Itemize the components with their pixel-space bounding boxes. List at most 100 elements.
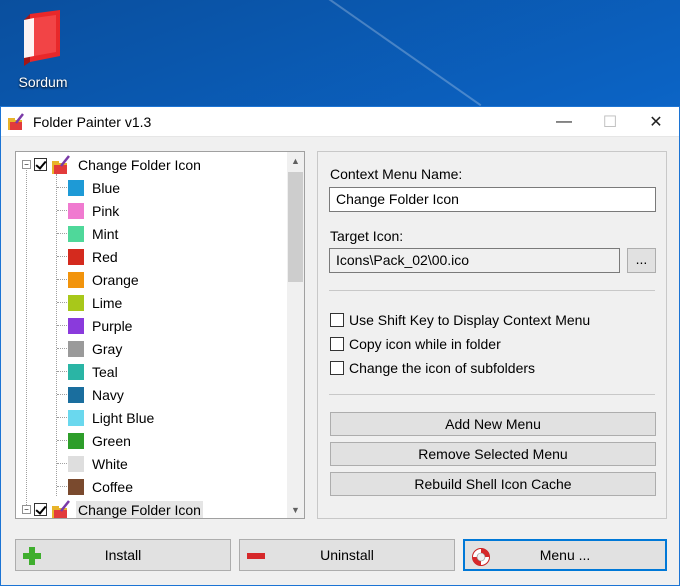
tree-item-label: Blue	[92, 179, 121, 196]
divider	[329, 394, 655, 395]
close-button[interactable]: ✕	[633, 107, 679, 137]
tree-guide-line	[57, 348, 67, 349]
tree-item[interactable]: Navy	[68, 383, 124, 406]
tree-item[interactable]: Teal	[68, 360, 118, 383]
tree-item-label: Green	[92, 432, 131, 449]
tree-group-2[interactable]: − Change Folder Icon	[22, 498, 203, 518]
color-swatch-icon	[68, 409, 84, 426]
context-menu-name-label: Context Menu Name:	[330, 166, 463, 182]
scroll-up-icon[interactable]: ▲	[287, 152, 304, 169]
tree-item[interactable]: Orange	[68, 268, 139, 291]
tree-item[interactable]: Light Blue	[68, 406, 154, 429]
tree-guide-line	[56, 174, 57, 496]
rebuild-icon-cache-button[interactable]: Rebuild Shell Icon Cache	[330, 472, 656, 496]
option-copy-icon[interactable]: Copy icon while in folder	[330, 336, 501, 352]
tree-group-label: Change Folder Icon	[76, 500, 203, 518]
menu-settings-panel: Context Menu Name: Change Folder Icon Ta…	[317, 151, 667, 519]
tree-item-label: Red	[92, 248, 118, 265]
tree-item[interactable]: White	[68, 452, 128, 475]
tree-group-1[interactable]: − Change Folder Icon	[22, 153, 203, 176]
tree-guide-line	[57, 463, 67, 464]
option-label: Change the icon of subfolders	[349, 360, 536, 376]
remove-selected-menu-button[interactable]: Remove Selected Menu	[330, 442, 656, 466]
folder-painter-window: Folder Painter v1.3 — ☐ ✕ − Change Folde…	[0, 106, 680, 586]
color-swatch-icon	[68, 225, 84, 242]
tree-item-label: Purple	[92, 317, 133, 334]
color-swatch-icon	[68, 294, 84, 311]
tree-item-label: White	[92, 455, 128, 472]
option-label: Copy icon while in folder	[349, 336, 501, 352]
target-icon-field[interactable]: Icons\Pack_02\00.ico	[329, 248, 620, 273]
tree-item[interactable]: Mint	[68, 222, 118, 245]
collapse-icon[interactable]: −	[22, 160, 31, 169]
group-checkbox[interactable]	[34, 503, 47, 516]
divider	[329, 290, 655, 291]
tree-guide-line	[57, 417, 67, 418]
tree-guide-line	[57, 302, 67, 303]
minus-icon	[247, 553, 265, 559]
tree-item[interactable]: Blue	[68, 176, 120, 199]
paint-brush-icon	[52, 499, 70, 518]
option-checkbox[interactable]	[330, 337, 344, 351]
tree-item-label: Teal	[92, 363, 118, 380]
color-swatch-icon	[68, 179, 84, 196]
option-checkbox[interactable]	[330, 313, 344, 327]
tree-item-label: Lime	[92, 294, 123, 311]
color-swatch-icon	[68, 248, 84, 265]
color-swatch-icon	[68, 432, 84, 449]
scroll-down-icon[interactable]: ▼	[287, 501, 304, 518]
tree-guide-line	[57, 187, 67, 188]
option-subfolders[interactable]: Change the icon of subfolders	[330, 360, 535, 376]
context-menu-name-field[interactable]: Change Folder Icon	[329, 187, 656, 212]
tree-item[interactable]: Lime	[68, 291, 122, 314]
tree-item[interactable]: Gray	[68, 337, 122, 360]
tree-item-label: Gray	[92, 340, 123, 357]
red-book-icon	[20, 10, 66, 66]
plus-icon	[23, 547, 41, 565]
title-bar[interactable]: Folder Painter v1.3 — ☐ ✕	[1, 107, 679, 137]
minimize-button[interactable]: —	[541, 107, 587, 137]
color-swatch-icon	[68, 317, 84, 334]
group-checkbox[interactable]	[34, 158, 47, 171]
paint-brush-icon	[8, 112, 24, 130]
tree-item[interactable]: Purple	[68, 314, 132, 337]
color-swatch-icon	[68, 271, 84, 288]
uninstall-button[interactable]: Uninstall	[239, 539, 455, 571]
scroll-thumb[interactable]	[288, 172, 303, 282]
tree-item[interactable]: Green	[68, 429, 131, 452]
color-swatch-icon	[68, 363, 84, 380]
tree-item-label: Light Blue	[92, 409, 155, 426]
desktop-icon-label: Sordum	[18, 74, 68, 90]
desktop-icon-sordum[interactable]: Sordum	[8, 10, 78, 90]
tree-item-label: Navy	[92, 386, 124, 403]
maximize-button[interactable]: ☐	[587, 107, 633, 137]
menu-label: Menu ...	[539, 547, 591, 563]
tree-guide-line	[57, 394, 67, 395]
color-swatch-icon	[68, 386, 84, 403]
tree-guide-line	[57, 371, 67, 372]
tree-guide-line	[57, 210, 67, 211]
install-button[interactable]: Install	[15, 539, 231, 571]
tree-item[interactable]: Coffee	[68, 475, 133, 498]
target-icon-label: Target Icon:	[330, 228, 404, 244]
tree-guide-line	[57, 440, 67, 441]
menu-tree[interactable]: − Change Folder Icon Blue Pink Mint Red Oran…	[15, 151, 305, 519]
tree-item-label: Orange	[92, 271, 139, 288]
paint-brush-icon	[52, 154, 70, 174]
tree-guide-line	[57, 486, 67, 487]
lifebuoy-icon	[472, 548, 490, 566]
browse-button[interactable]: ...	[627, 248, 656, 273]
tree-guide-line	[57, 279, 67, 280]
window-title: Folder Painter v1.3	[33, 113, 152, 130]
add-new-menu-button[interactable]: Add New Menu	[330, 412, 656, 436]
collapse-icon[interactable]: −	[22, 505, 31, 514]
color-swatch-icon	[68, 202, 84, 219]
option-shift-key[interactable]: Use Shift Key to Display Context Menu	[330, 312, 590, 328]
menu-button[interactable]: Menu ...	[463, 539, 667, 571]
option-checkbox[interactable]	[330, 361, 344, 375]
tree-item[interactable]: Pink	[68, 199, 119, 222]
tree-scrollbar[interactable]: ▲ ▼	[287, 152, 304, 518]
wallpaper-streak	[300, 0, 482, 107]
tree-item[interactable]: Red	[68, 245, 118, 268]
tree-item-label: Coffee	[92, 478, 133, 495]
